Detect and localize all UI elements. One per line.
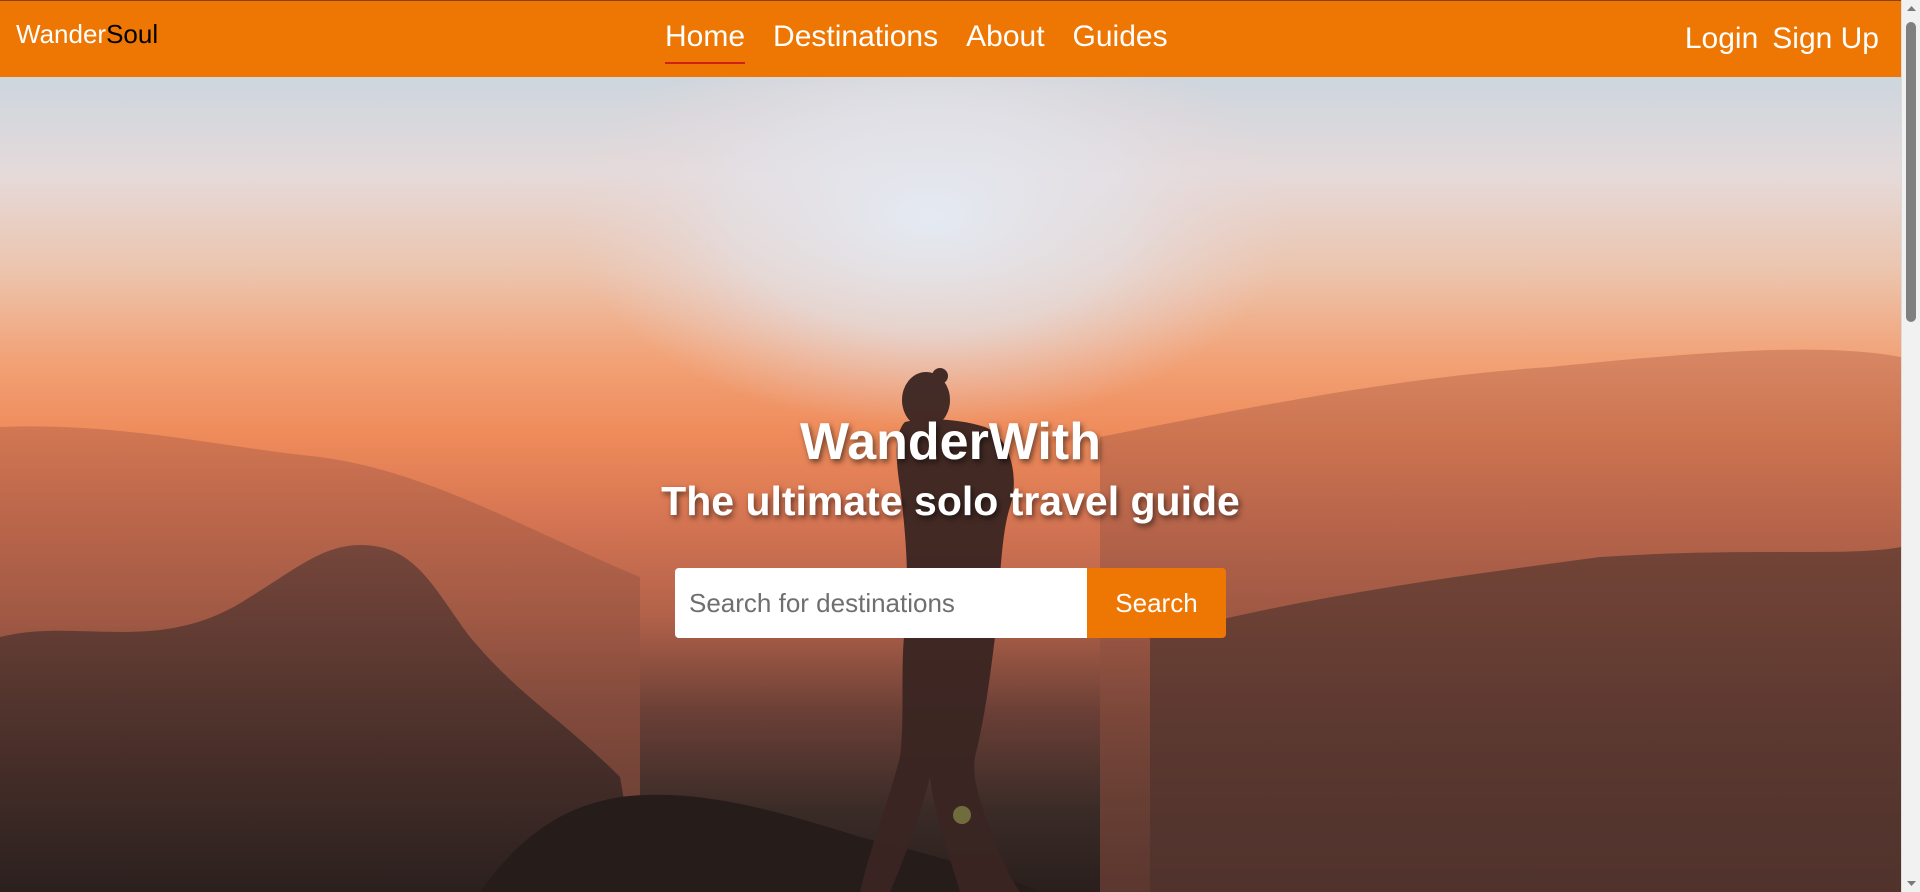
- scrollbar-thumb[interactable]: [1906, 22, 1916, 322]
- search-button[interactable]: Search: [1087, 568, 1226, 638]
- signup-link[interactable]: Sign Up: [1772, 22, 1879, 56]
- login-link[interactable]: Login: [1685, 22, 1758, 56]
- nav-link-home[interactable]: Home: [665, 20, 746, 64]
- hero-subtitle: The ultimate solo travel guide: [661, 478, 1240, 524]
- vertical-scrollbar[interactable]: [1901, 0, 1920, 892]
- hero-section: WanderWith The ultimate solo travel guid…: [0, 77, 1901, 892]
- top-navbar: WanderSoul Home Destinations About Guide…: [0, 0, 1901, 77]
- nav-link-guides[interactable]: Guides: [1073, 20, 1168, 54]
- hero-title: WanderWith: [800, 413, 1101, 471]
- brand-logo[interactable]: WanderSoul: [16, 19, 158, 50]
- triangle-up-icon[interactable]: [1902, 0, 1920, 17]
- nav-link-destinations[interactable]: Destinations: [773, 20, 938, 54]
- triangle-down-icon[interactable]: [1902, 875, 1920, 892]
- main-nav: Home Destinations About Guides: [665, 20, 1168, 64]
- search-input[interactable]: [675, 568, 1087, 638]
- brand-wander: Wander: [16, 19, 107, 49]
- page: WanderSoul Home Destinations About Guide…: [0, 0, 1901, 892]
- auth-links: Login Sign Up: [1685, 22, 1879, 56]
- search-form: Search: [675, 568, 1226, 638]
- hero-content: WanderWith The ultimate solo travel guid…: [0, 412, 1901, 526]
- nav-link-about[interactable]: About: [966, 20, 1044, 54]
- brand-soul: Soul: [106, 19, 159, 49]
